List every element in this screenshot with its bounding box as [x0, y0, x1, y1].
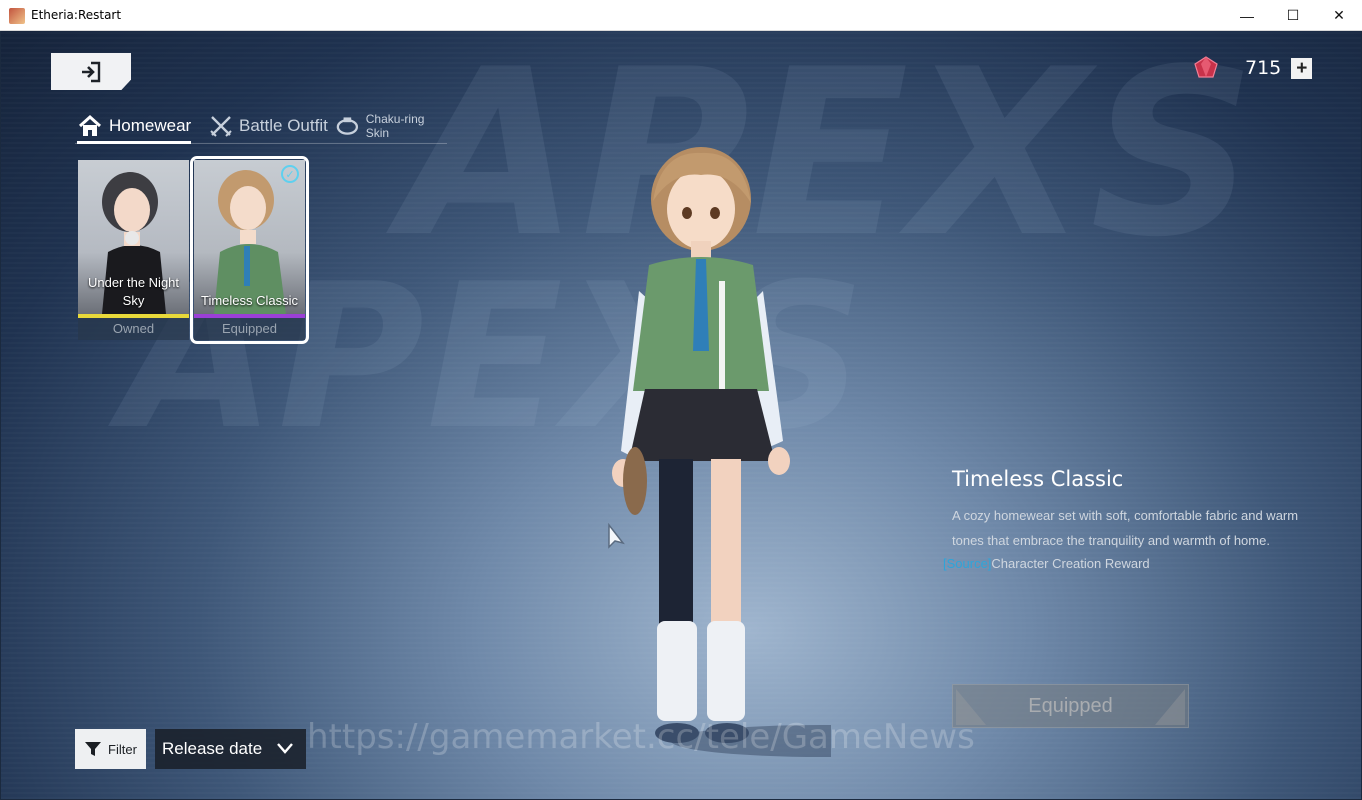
- add-currency-button[interactable]: +: [1291, 57, 1313, 79]
- outfit-status: Equipped: [194, 318, 305, 340]
- crossed-swords-icon: [210, 116, 232, 137]
- tab-label: Homewear: [109, 115, 192, 135]
- source-text: Character Creation Reward: [991, 556, 1150, 571]
- outfit-name: Timeless Classic: [200, 293, 299, 308]
- red-gem-icon: [1194, 56, 1218, 78]
- minimize-button[interactable]: —: [1224, 0, 1270, 31]
- tab-chaku-ring-skin[interactable]: Chaku-ring Skin: [335, 110, 447, 142]
- chevron-down-icon: [277, 743, 293, 754]
- outfit-card-timeless-classic[interactable]: Timeless Classic ✓ Equipped: [190, 156, 309, 344]
- source-tag: [Source]: [943, 556, 992, 571]
- outfit-details: Timeless Classic A cozy homewear set wit…: [943, 467, 1343, 571]
- tab-label: Battle Outfit: [239, 116, 328, 135]
- filter-label: Filter: [108, 741, 137, 757]
- outfit-thumbnail: Timeless Classic: [194, 160, 305, 314]
- exit-arrow-icon: [82, 61, 101, 82]
- maximize-button[interactable]: ☐: [1270, 0, 1316, 31]
- filter-button[interactable]: Filter: [75, 729, 146, 769]
- tab-homewear[interactable]: Homewear: [77, 110, 192, 144]
- gem-currency: 715 +: [1193, 55, 1313, 81]
- funnel-icon: [85, 742, 102, 756]
- outfit-source: [Source]Character Creation Reward: [943, 556, 1343, 571]
- ring-icon: [336, 117, 359, 135]
- outfit-description: A cozy homewear set with soft, comfortab…: [952, 508, 1299, 548]
- character-portrait: [214, 170, 286, 314]
- window-titlebar: Etheria:Restart — ☐ ✕: [0, 0, 1362, 31]
- outfit-thumbnail: Under the Night Sky: [78, 160, 189, 314]
- outfit-category-tabs: Homewear Battle Outfit Chaku-ring Skin: [75, 110, 447, 144]
- outfit-status: Owned: [78, 318, 189, 340]
- outfit-card-under-the-night-sky[interactable]: Under the Night Sky Owned: [78, 160, 189, 340]
- close-button[interactable]: ✕: [1316, 0, 1362, 31]
- check-icon: ✓: [281, 165, 299, 183]
- sort-dropdown[interactable]: Release date: [155, 729, 306, 769]
- character-model: [612, 147, 831, 757]
- outfit-title: Timeless Classic: [952, 467, 1124, 491]
- outfit-name: Under the Night Sky: [87, 275, 180, 308]
- home-icon: [78, 114, 102, 136]
- equip-button[interactable]: Equipped: [952, 684, 1189, 728]
- sort-value: Release date: [162, 739, 263, 758]
- window-title: Etheria:Restart: [31, 8, 122, 22]
- back-button[interactable]: [51, 53, 131, 90]
- tab-label: Chaku-ring Skin: [365, 112, 425, 140]
- mouse-cursor-icon: [608, 523, 625, 549]
- app-icon: [9, 8, 25, 24]
- gem-count: 715: [1245, 57, 1282, 79]
- tab-battle-outfit[interactable]: Battle Outfit: [209, 110, 328, 142]
- equip-button-label: Equipped: [1028, 694, 1113, 717]
- game-viewport: APEXS APEXS 715 + Homewear Battle Outfit…: [1, 31, 1361, 799]
- watermark-text: https://gamemarket.cc/tele/GameNews: [307, 717, 975, 757]
